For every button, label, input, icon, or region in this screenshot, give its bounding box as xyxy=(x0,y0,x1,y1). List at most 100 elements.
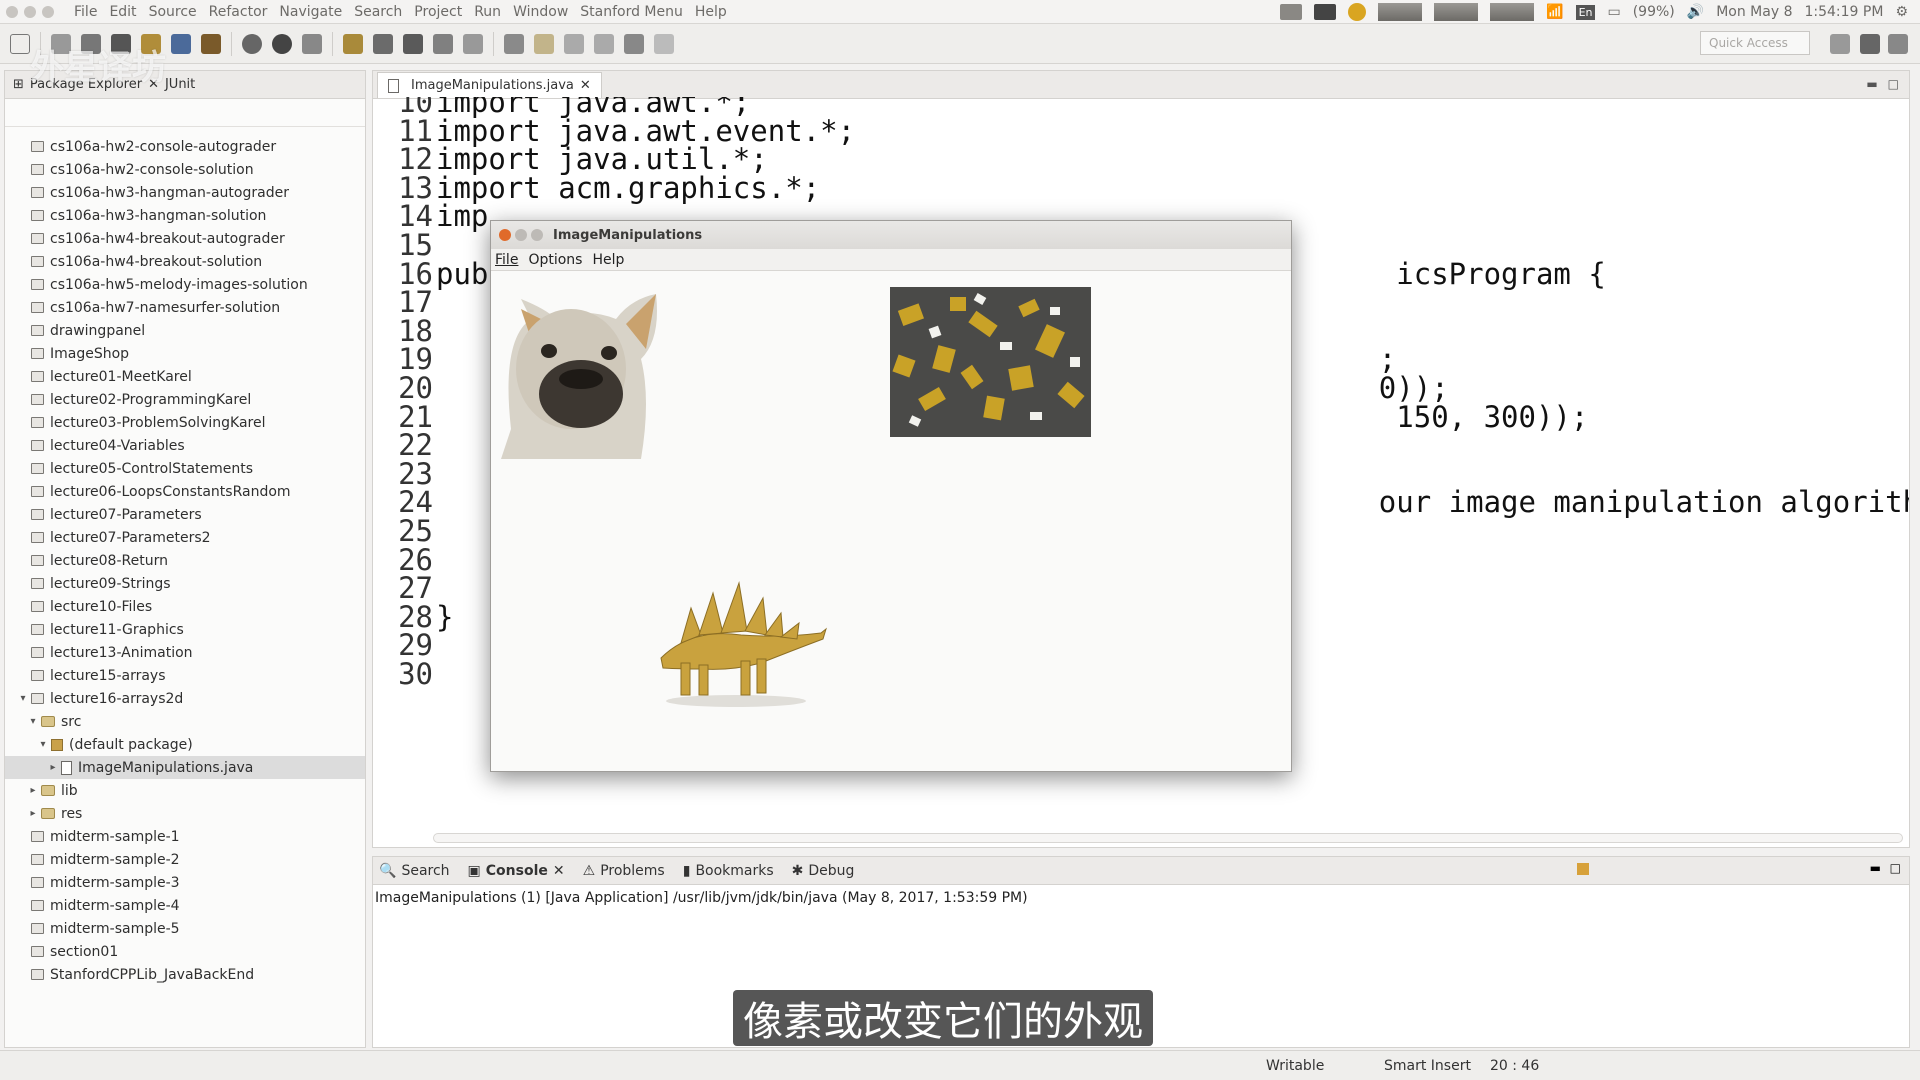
minimize-icon[interactable]: ▬ xyxy=(1870,861,1881,875)
tree-item[interactable]: cs106a-hw5-melody-images-solution xyxy=(5,273,365,296)
menu-run[interactable]: Run xyxy=(474,4,501,20)
tree-item[interactable]: ImageShop xyxy=(5,342,365,365)
clock-date[interactable]: Mon May 8 xyxy=(1716,4,1792,20)
expand-toggle-icon[interactable]: ▸ xyxy=(47,762,59,773)
back-icon[interactable] xyxy=(624,33,644,54)
quick-access-input[interactable]: Quick Access xyxy=(1700,31,1810,55)
keyboard-layout[interactable]: En xyxy=(1575,4,1596,20)
highlight-icon[interactable] xyxy=(534,33,554,54)
camera-icon[interactable] xyxy=(1280,4,1303,20)
new-class-icon[interactable] xyxy=(403,33,423,54)
menu-edit[interactable]: Edit xyxy=(109,4,136,20)
new-java-project-icon[interactable] xyxy=(343,33,363,54)
new-icon[interactable] xyxy=(10,33,30,54)
gear-icon[interactable]: ⚙ xyxy=(1895,4,1908,20)
menu-help[interactable]: Help xyxy=(695,4,727,20)
open-type-icon[interactable] xyxy=(433,33,453,54)
tab-console[interactable]: ▣ Console ✕ xyxy=(468,863,565,879)
menu-file[interactable]: File xyxy=(495,252,518,268)
minimize-icon[interactable] xyxy=(515,229,527,241)
java-perspective-icon[interactable] xyxy=(1860,34,1880,54)
tree-item[interactable]: midterm-sample-1 xyxy=(5,825,365,848)
wifi-icon[interactable]: 📶 xyxy=(1546,4,1563,20)
maximize-icon[interactable]: □ xyxy=(1888,77,1899,91)
expand-toggle-icon[interactable]: ▾ xyxy=(37,739,49,750)
tree-item[interactable]: lecture07-Parameters xyxy=(5,503,365,526)
tree-item[interactable]: section01 xyxy=(5,940,365,963)
code-line[interactable]: imp xyxy=(436,199,488,233)
tree-item[interactable]: ▸ lib xyxy=(5,779,365,802)
maximize-icon[interactable]: □ xyxy=(1890,861,1901,875)
window-close-icon[interactable] xyxy=(6,5,18,18)
tree-item[interactable]: cs106a-hw7-namesurfer-solution xyxy=(5,296,365,319)
horizontal-scrollbar[interactable] xyxy=(433,833,1903,843)
tree-item[interactable]: cs106a-hw4-breakout-solution xyxy=(5,250,365,273)
tree-item[interactable]: StanfordCPPLib_JavaBackEnd xyxy=(5,963,365,986)
menu-refactor[interactable]: Refactor xyxy=(209,4,268,20)
tree-item[interactable]: lecture01-MeetKarel xyxy=(5,365,365,388)
tree-item[interactable]: lecture04-Variables xyxy=(5,434,365,457)
menu-window[interactable]: Window xyxy=(513,4,568,20)
stanford-submit-icon[interactable] xyxy=(171,33,191,54)
terminate-icon[interactable] xyxy=(1577,863,1589,875)
menu-file[interactable]: File xyxy=(74,4,97,20)
tree-item[interactable]: midterm-sample-4 xyxy=(5,894,365,917)
tree-item[interactable]: lecture05-ControlStatements xyxy=(5,457,365,480)
updates-icon[interactable] xyxy=(1348,3,1367,21)
expand-toggle-icon[interactable]: ▸ xyxy=(27,808,39,819)
menu-search[interactable]: Search xyxy=(354,4,402,20)
code-line[interactable]: import acm.graphics.*; xyxy=(436,171,820,205)
tree-item[interactable]: cs106a-hw4-breakout-autograder xyxy=(5,227,365,250)
tree-item[interactable]: cs106a-hw3-hangman-solution xyxy=(5,204,365,227)
tree-item[interactable]: lecture10-Files xyxy=(5,595,365,618)
tree-item[interactable]: lecture15-arrays xyxy=(5,664,365,687)
window-minimize-icon[interactable] xyxy=(24,5,36,18)
dropbox-icon[interactable] xyxy=(1314,4,1337,20)
tree-item[interactable]: cs106a-hw2-console-autograder xyxy=(5,135,365,158)
tab-problems[interactable]: ⚠ Problems xyxy=(583,863,665,879)
previous-annotation-icon[interactable] xyxy=(594,33,614,54)
tree-item[interactable]: lecture08-Return xyxy=(5,549,365,572)
tree-item[interactable]: cs106a-hw2-console-solution xyxy=(5,158,365,181)
tree-item[interactable]: ▾ (default package) xyxy=(5,733,365,756)
maximize-icon[interactable] xyxy=(531,229,543,241)
search-icon[interactable] xyxy=(463,33,483,54)
tree-item[interactable]: ▸ ImageManipulations.java xyxy=(5,756,365,779)
tab-search[interactable]: 🔍 Search xyxy=(379,863,450,879)
battery-icon[interactable]: ▭ xyxy=(1607,4,1620,20)
tree-item[interactable]: midterm-sample-5 xyxy=(5,917,365,940)
minimize-icon[interactable]: ▬ xyxy=(1866,77,1877,91)
new-package-icon[interactable] xyxy=(373,33,393,54)
tree-item[interactable]: ▾ lecture16-arrays2d xyxy=(5,687,365,710)
tree-item[interactable]: lecture07-Parameters2 xyxy=(5,526,365,549)
annotation-icon[interactable] xyxy=(504,33,524,54)
tree-item[interactable]: lecture06-LoopsConstantsRandom xyxy=(5,480,365,503)
forward-icon[interactable] xyxy=(654,33,674,54)
tree-item[interactable]: ▾ src xyxy=(5,710,365,733)
open-perspective-icon[interactable] xyxy=(1830,34,1850,54)
tree-item[interactable]: lecture13-Animation xyxy=(5,641,365,664)
tree-item[interactable]: lecture09-Strings xyxy=(5,572,365,595)
menu-help[interactable]: Help xyxy=(592,252,624,268)
editor-tab-imagemanipulations[interactable]: ImageManipulations.java ✕ xyxy=(377,72,602,98)
tree-item[interactable]: cs106a-hw3-hangman-autograder xyxy=(5,181,365,204)
tab-bookmarks[interactable]: ▮ Bookmarks xyxy=(683,863,774,879)
expand-toggle-icon[interactable]: ▾ xyxy=(27,716,39,727)
code-line[interactable]: } xyxy=(436,600,453,634)
window-titlebar[interactable]: ImageManipulations xyxy=(491,221,1291,249)
tree-item[interactable]: drawingpanel xyxy=(5,319,365,342)
debug-perspective-icon[interactable] xyxy=(1888,34,1908,54)
junit-tab[interactable]: JUnit xyxy=(165,77,195,92)
menu-options[interactable]: Options xyxy=(528,252,582,268)
menu-source[interactable]: Source xyxy=(149,4,197,20)
stanford-upload-icon[interactable] xyxy=(201,33,221,54)
expand-toggle-icon[interactable]: ▸ xyxy=(27,785,39,796)
window-maximize-icon[interactable] xyxy=(42,5,54,18)
menu-project[interactable]: Project xyxy=(414,4,462,20)
tree-item[interactable]: midterm-sample-2 xyxy=(5,848,365,871)
tab-debug[interactable]: ✱ Debug xyxy=(792,863,855,879)
tree-item[interactable]: lecture02-ProgrammingKarel xyxy=(5,388,365,411)
menu-navigate[interactable]: Navigate xyxy=(279,4,342,20)
close-icon[interactable]: ✕ xyxy=(553,863,565,879)
external-tools-icon[interactable] xyxy=(302,33,322,54)
